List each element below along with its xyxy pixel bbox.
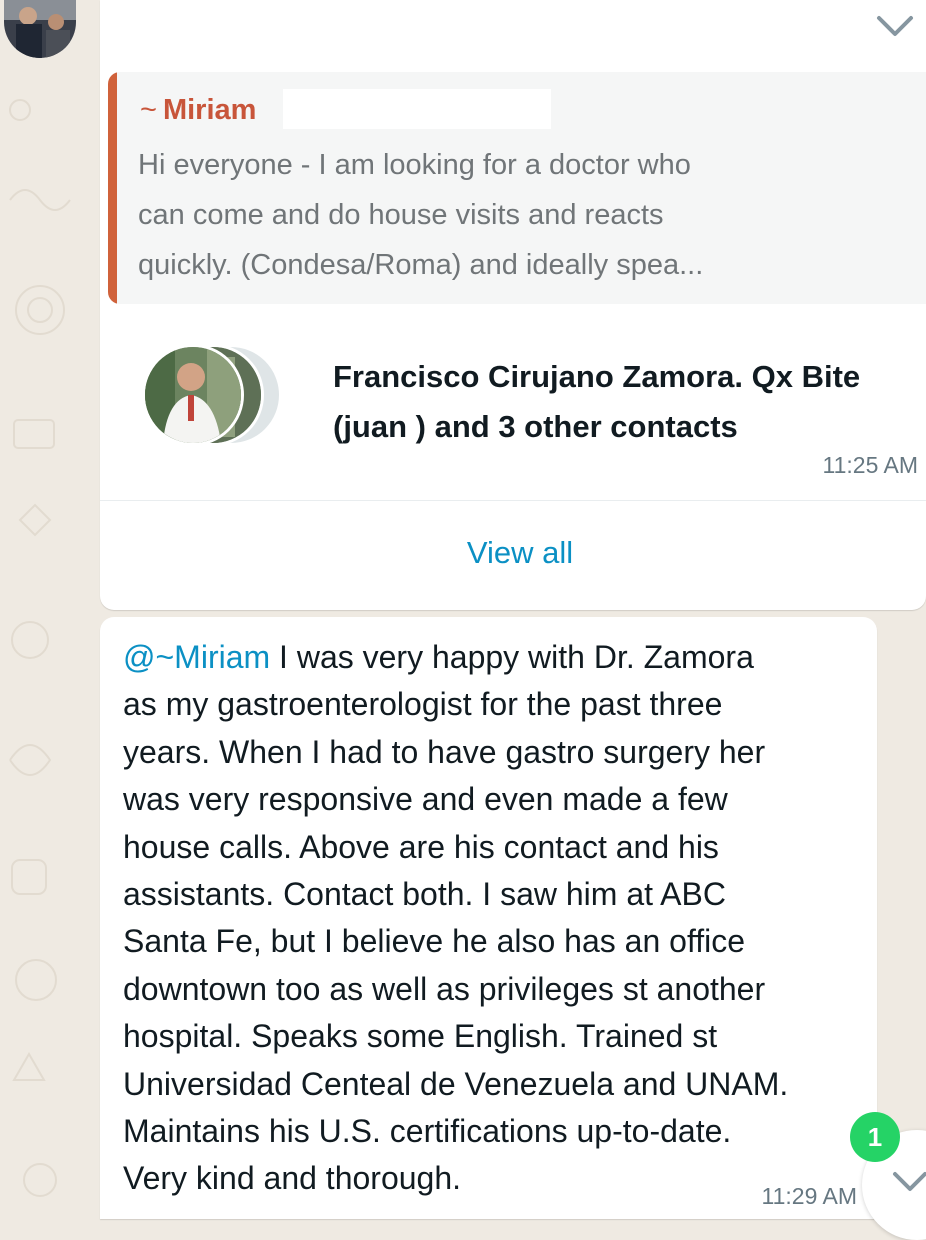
message-timestamp: 11:25 AM <box>822 452 918 478</box>
message-timestamp: 11:29 AM <box>761 1183 857 1209</box>
quoted-message[interactable]: ~ Miriam Hi everyone - I am looking for a… <box>108 72 926 304</box>
quote-text: Hi everyone - I am looking for a doctor … <box>138 149 704 281</box>
contact-avatars[interactable] <box>142 344 302 446</box>
contact-card-bubble: ~ Miriam Hi everyone - I am looking for a… <box>100 0 926 610</box>
chevron-down-icon <box>893 1172 926 1191</box>
message-bubble: @~Miriam I was very happy with Dr. Zamor… <box>100 617 877 1219</box>
quote-accent-bar <box>108 72 117 304</box>
unread-count-badge[interactable]: 1 <box>850 1112 900 1162</box>
view-all-button[interactable]: View all <box>100 500 926 606</box>
message-text: @~Miriam I was very happy with Dr. Zamor… <box>123 639 789 1197</box>
mention-link[interactable]: @~Miriam <box>123 639 270 675</box>
redacted-phone <box>283 89 551 129</box>
contact-names[interactable]: Francisco Cirujano Zamora. Qx Bite (juan… <box>333 352 913 452</box>
quote-author: ~ Miriam <box>140 94 257 126</box>
sender-avatar[interactable] <box>4 0 76 58</box>
contact-avatar <box>142 344 244 446</box>
chevron-down-icon[interactable] <box>876 14 914 45</box>
